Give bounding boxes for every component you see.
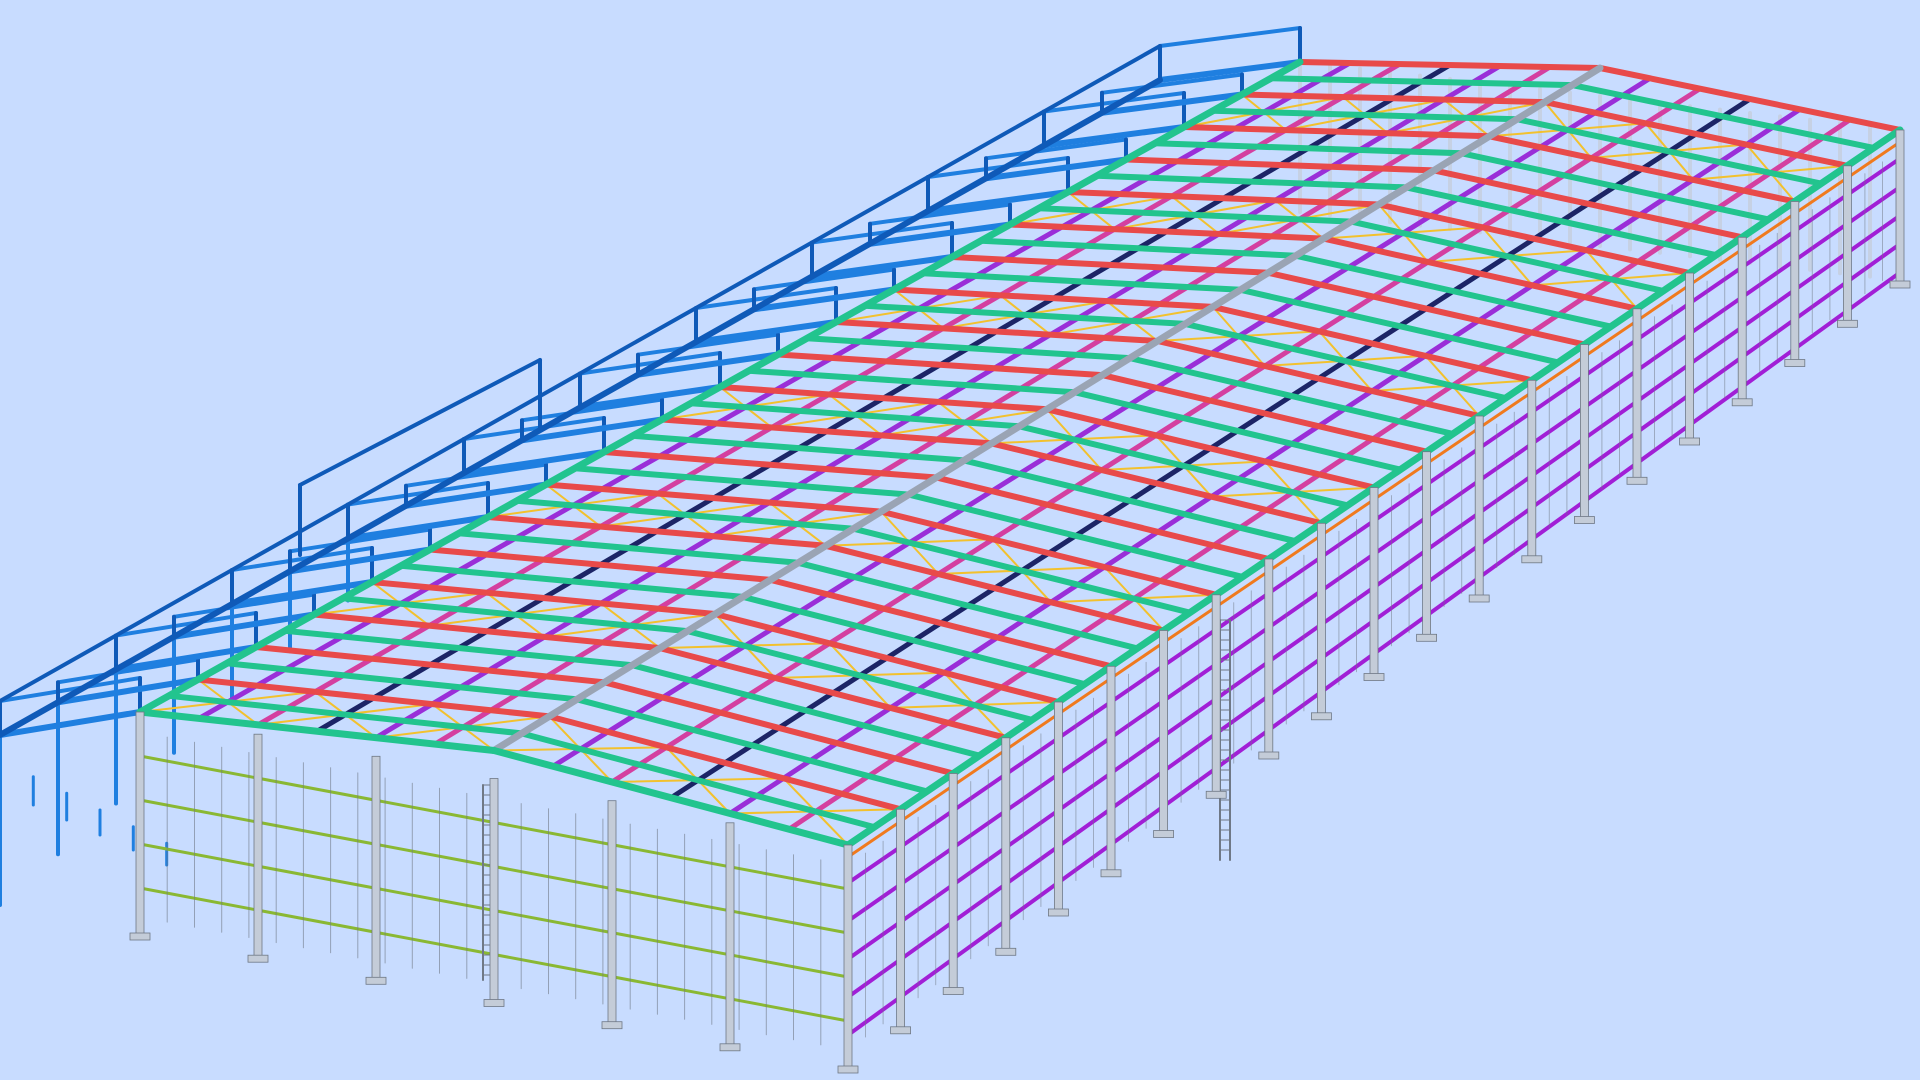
base-plate: [1311, 712, 1332, 721]
side-column: [1159, 630, 1168, 835]
base-plate: [1889, 280, 1911, 289]
base-plate: [995, 947, 1017, 956]
base-plate: [601, 1021, 623, 1030]
side-column: [1264, 558, 1274, 757]
base-plate: [1048, 908, 1069, 917]
base-plate: [247, 954, 269, 963]
side-column: [1211, 594, 1221, 796]
side-column: [1527, 379, 1537, 561]
base-plate: [890, 1026, 911, 1035]
side-column: [1054, 701, 1063, 914]
base-plate: [1626, 476, 1648, 485]
3d-viewport[interactable]: [0, 0, 1920, 1080]
side-column: [948, 773, 958, 992]
base-plate: [1521, 555, 1543, 564]
side-column: [896, 808, 905, 1032]
base-plate: [1416, 633, 1437, 642]
base-plate: [1363, 673, 1385, 681]
side-column: [1632, 308, 1642, 482]
base-plate: [1784, 359, 1806, 367]
base-plate: [1731, 398, 1753, 407]
base-plate: [1258, 751, 1280, 760]
base-plate: [942, 987, 964, 995]
base-plate: [719, 1043, 741, 1052]
steel-structure-model[interactable]: [0, 0, 1920, 1080]
base-plate: [1153, 830, 1174, 838]
base-plate: [837, 1065, 859, 1074]
base-plate: [1468, 594, 1490, 603]
gable-column: [843, 844, 853, 1071]
base-plate: [365, 976, 387, 985]
base-plate: [483, 999, 505, 1007]
side-column: [1895, 129, 1905, 286]
side-column: [1790, 201, 1800, 364]
gable-column: [135, 711, 145, 938]
gable-column: [371, 755, 381, 982]
side-column: [1843, 165, 1852, 325]
base-plate: [1837, 319, 1858, 328]
side-column: [1369, 487, 1379, 678]
side-column: [1474, 415, 1484, 600]
gable-column: [253, 733, 263, 960]
side-column: [1001, 737, 1011, 953]
side-column: [1317, 522, 1326, 718]
base-plate: [129, 932, 151, 941]
base-plate: [1679, 437, 1700, 446]
side-column: [1422, 451, 1431, 639]
side-column: [1685, 272, 1694, 443]
side-column: [1580, 344, 1589, 521]
side-column: [1106, 665, 1116, 875]
base-plate: [1205, 790, 1227, 799]
base-plate: [1574, 516, 1595, 524]
base-plate: [1100, 869, 1122, 878]
side-column: [1737, 236, 1747, 404]
gable-column: [725, 822, 735, 1049]
gable-column: [607, 800, 617, 1027]
gable-column: [489, 778, 499, 1004]
